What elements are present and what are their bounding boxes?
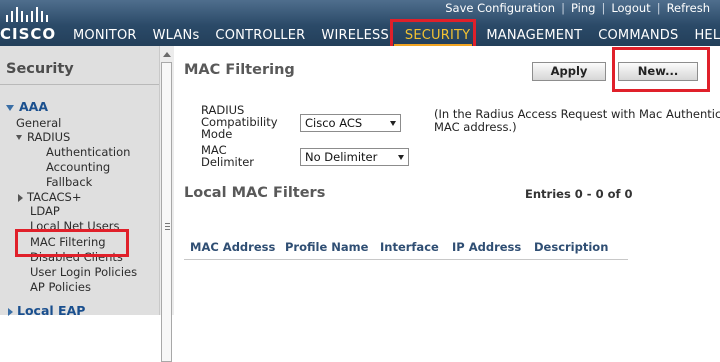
ping-link[interactable]: Ping <box>565 1 601 15</box>
left-sidebar: Security AAA General RADIUS Authenticati… <box>0 46 159 318</box>
expand-right-icon <box>18 193 23 202</box>
sidebar-item-accounting[interactable]: Accounting <box>46 160 110 174</box>
chevron-down-icon <box>398 155 404 160</box>
top-header: CISCO Save Configuration | Ping | Logout… <box>0 0 720 46</box>
sidebar-divider <box>0 84 159 85</box>
table-divider <box>184 259 628 260</box>
mac-delimiter-label: MAC Delimiter <box>201 143 255 169</box>
expand-right-icon <box>8 307 13 316</box>
utility-links: Save Configuration | Ping | Logout | Ref… <box>439 0 716 15</box>
sidebar-item-general[interactable]: General <box>16 116 61 130</box>
section-title: Local MAC Filters <box>184 185 326 201</box>
nav-commands[interactable]: COMMANDS <box>593 28 683 43</box>
radius-compat-label: RADIUS Compatibility Mode <box>201 103 278 141</box>
cisco-bridge-icon <box>6 7 48 22</box>
nav-wireless[interactable]: WIRELESS <box>316 28 394 43</box>
logo-text: CISCO <box>0 25 57 43</box>
chevron-down-icon <box>390 121 396 126</box>
sidebar-item-aaa[interactable]: AAA <box>6 99 48 114</box>
nav-wlans[interactable]: WLANs <box>148 28 205 43</box>
radius-note: (In the Radius Access Request with Mac A… <box>434 108 720 134</box>
grip-icon <box>165 223 170 224</box>
logout-link[interactable]: Logout <box>605 1 656 15</box>
expand-down-icon <box>16 135 22 140</box>
sidebar-item-ldap[interactable]: LDAP <box>30 204 60 218</box>
sidebar-item-authentication[interactable]: Authentication <box>46 145 130 159</box>
column-ip-address: IP Address <box>452 240 522 254</box>
column-profile-name: Profile Name <box>285 240 369 254</box>
apply-button[interactable]: Apply <box>532 62 606 81</box>
sidebar-item-local-net-users[interactable]: Local Net Users <box>30 219 120 229</box>
column-description: Description <box>534 240 609 254</box>
nav-monitor[interactable]: MONITOR <box>68 28 142 43</box>
scroll-up-icon[interactable] <box>163 52 171 57</box>
sidebar-item-local-eap[interactable]: Local EAP <box>8 303 85 318</box>
sidebar-scrollbar[interactable] <box>159 46 174 362</box>
cisco-logo: CISCO <box>0 0 66 46</box>
sidebar-item-tacacs[interactable]: TACACS+ <box>18 190 81 204</box>
sidebar-item-ap-policies[interactable]: AP Policies <box>30 280 91 294</box>
column-mac-address: MAC Address <box>190 240 276 254</box>
sidebar-item-fallback[interactable]: Fallback <box>46 175 92 189</box>
main-content: MAC Filtering Apply New... RADIUS Compat… <box>174 46 720 315</box>
table-header: MAC Address Profile Name Interface IP Ad… <box>184 240 624 254</box>
save-configuration-link[interactable]: Save Configuration <box>439 1 561 15</box>
sidebar-item-radius[interactable]: RADIUS <box>16 130 70 144</box>
expand-down-icon <box>6 104 14 111</box>
nav-controller[interactable]: CONTROLLER <box>210 28 310 43</box>
mac-delimiter-select[interactable]: No Delimiter <box>300 148 409 166</box>
sidebar-item-user-login-policies[interactable]: User Login Policies <box>30 265 137 279</box>
nav-help[interactable]: HELP <box>689 28 720 43</box>
new-button-highlight-box <box>612 47 710 92</box>
mac-filtering-highlight-box <box>15 229 129 257</box>
scrollbar-thumb[interactable] <box>161 62 172 362</box>
radius-compat-select[interactable]: Cisco ACS <box>300 114 401 132</box>
nav-management[interactable]: MANAGEMENT <box>481 28 587 43</box>
sidebar-title: Security <box>6 61 74 77</box>
entries-count: Entries 0 - 0 of 0 <box>525 187 633 201</box>
refresh-link[interactable]: Refresh <box>661 1 716 15</box>
page-title: MAC Filtering <box>184 62 295 78</box>
column-interface: Interface <box>380 240 439 254</box>
